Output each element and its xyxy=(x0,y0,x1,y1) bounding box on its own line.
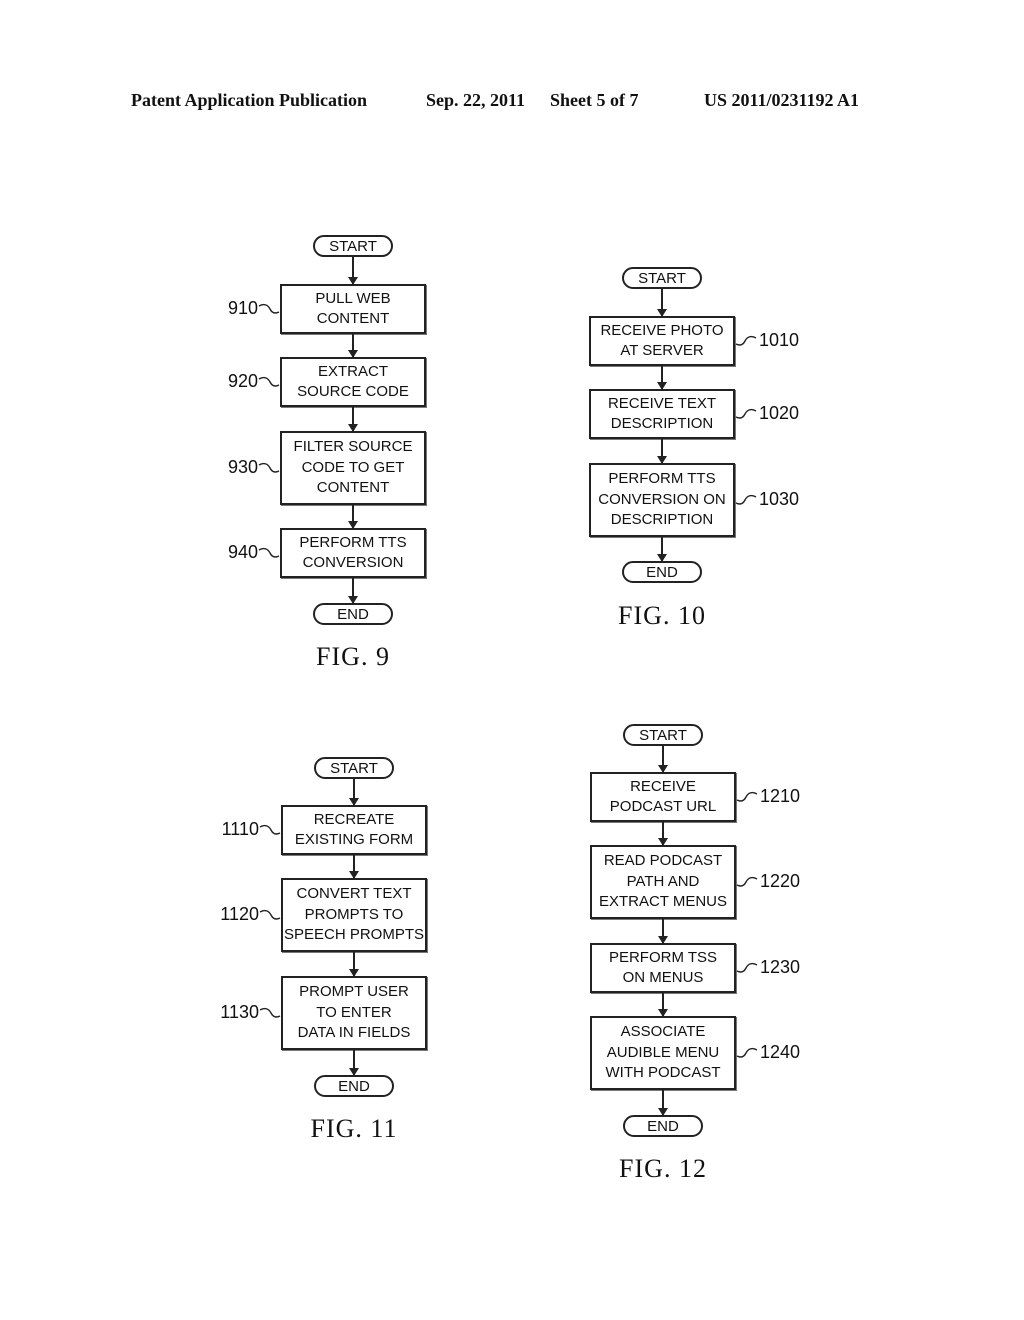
flow-arrow xyxy=(658,822,668,846)
process-step: RECEIVE TEXT DESCRIPTION xyxy=(589,389,735,439)
reference-numeral: 1030 xyxy=(759,489,800,509)
process-step: CONVERT TEXT PROMPTS TO SPEECH PROMPTS xyxy=(281,878,427,952)
flow-arrow xyxy=(348,334,358,358)
leader-line xyxy=(259,909,281,920)
reference-numeral: 1230 xyxy=(760,957,801,977)
flow-arrow xyxy=(348,505,358,529)
flow-arrow xyxy=(657,537,667,562)
reference-numeral: 1120 xyxy=(220,904,259,924)
reference-numeral: 1240 xyxy=(760,1042,801,1062)
flow-arrow xyxy=(348,578,358,604)
page-header: Patent Application Publication Sep. 22, … xyxy=(0,90,1024,114)
start-terminal: START xyxy=(314,757,394,779)
flow-arrow xyxy=(349,952,359,977)
process-step: PULL WEB CONTENT xyxy=(280,284,426,334)
flow-arrow xyxy=(657,366,667,390)
leader-line xyxy=(735,494,757,505)
flow-arrow xyxy=(658,1090,668,1116)
leader-line xyxy=(258,376,280,387)
reference-numeral: 910 xyxy=(227,298,258,318)
figure-caption: FIG. 9 xyxy=(316,642,390,671)
figure-caption: FIG. 11 xyxy=(310,1114,398,1143)
reference-numeral: 1110 xyxy=(221,819,259,839)
leader-line xyxy=(259,1007,281,1018)
flow-arrow xyxy=(348,407,358,432)
figure-caption: FIG. 12 xyxy=(619,1154,707,1183)
end-terminal: END xyxy=(314,1075,394,1097)
end-terminal: END xyxy=(622,561,702,583)
flow-arrow xyxy=(658,993,668,1017)
flow-arrow xyxy=(657,439,667,464)
flow-arrow xyxy=(348,257,358,285)
process-step: EXTRACT SOURCE CODE xyxy=(280,357,426,407)
process-step: PERFORM TTS CONVERSION ON DESCRIPTION xyxy=(589,463,735,537)
publication-label: Patent Application Publication xyxy=(131,90,368,110)
process-step: FILTER SOURCE CODE TO GET CONTENT xyxy=(280,431,426,505)
reference-numeral: 930 xyxy=(227,457,258,477)
process-step: READ PODCAST PATH AND EXTRACT MENUS xyxy=(590,845,736,919)
start-terminal: START xyxy=(623,724,703,746)
start-terminal: START xyxy=(313,235,393,257)
process-step: PERFORM TSS ON MENUS xyxy=(590,943,736,993)
flow-arrow xyxy=(658,919,668,944)
reference-numeral: 940 xyxy=(227,542,258,562)
flow-arrow xyxy=(657,289,667,317)
flow-arrow xyxy=(349,779,359,806)
reference-numeral: 920 xyxy=(227,371,258,391)
flow-arrow xyxy=(349,855,359,879)
reference-numeral: 1010 xyxy=(759,330,800,350)
end-terminal: END xyxy=(313,603,393,625)
process-step: RECEIVE PODCAST URL xyxy=(590,772,736,822)
leader-line xyxy=(736,962,758,973)
leader-line xyxy=(258,303,280,314)
publication-date: Sep. 22, 2011 xyxy=(426,90,526,110)
patent-number: US 2011/0231192 A1 xyxy=(704,90,860,110)
flow-arrow xyxy=(658,746,668,773)
reference-numeral: 1210 xyxy=(760,786,801,806)
leader-line xyxy=(258,547,280,558)
process-step: RECREATE EXISTING FORM xyxy=(281,805,427,855)
reference-numeral: 1130 xyxy=(220,1002,259,1022)
start-terminal: START xyxy=(622,267,702,289)
leader-line xyxy=(735,408,757,419)
process-step: PROMPT USER TO ENTER DATA IN FIELDS xyxy=(281,976,427,1050)
process-step: RECEIVE PHOTO AT SERVER xyxy=(589,316,735,366)
leader-line xyxy=(258,462,280,473)
figure-caption: FIG. 10 xyxy=(618,601,706,630)
process-step: ASSOCIATE AUDIBLE MENU WITH PODCAST xyxy=(590,1016,736,1090)
leader-line xyxy=(736,791,758,802)
leader-line xyxy=(259,824,281,835)
process-step: PERFORM TTS CONVERSION xyxy=(280,528,426,578)
end-terminal: END xyxy=(623,1115,703,1137)
reference-numeral: 1220 xyxy=(760,871,801,891)
leader-line xyxy=(736,1047,758,1058)
leader-line xyxy=(736,876,758,887)
flow-arrow xyxy=(349,1050,359,1076)
sheet-number: Sheet 5 of 7 xyxy=(550,90,639,110)
leader-line xyxy=(735,335,757,346)
reference-numeral: 1020 xyxy=(759,403,800,423)
